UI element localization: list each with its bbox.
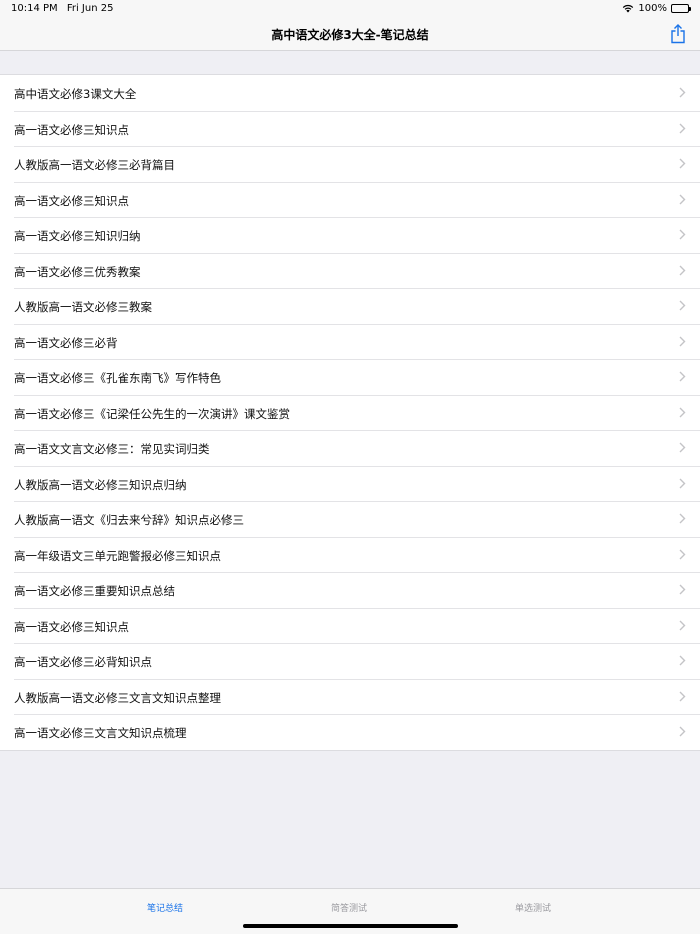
chevron-right-icon: [679, 229, 686, 240]
list-item-label: 高一语文必修三知识点: [14, 122, 129, 137]
tab-single-choice-test[interactable]: 单选测试: [483, 901, 583, 914]
chevron-right-icon: [679, 158, 686, 169]
list-item[interactable]: 人教版高一语文《归去来兮辞》知识点必修三: [0, 501, 700, 537]
list-item-label: 高一年级语文三单元跑警报必修三知识点: [14, 548, 221, 563]
list-item[interactable]: 高一语文必修三《记梁任公先生的一次演讲》课文鉴赏: [0, 394, 700, 430]
tab-bar: 笔记总结 简答测试 单选测试: [0, 888, 700, 934]
list-item[interactable]: 高一语文必修三《孔雀东南飞》写作特色: [0, 359, 700, 395]
list-item[interactable]: 高一语文必修三知识归纳: [0, 217, 700, 253]
chevron-right-icon: [679, 194, 686, 204]
list-item-label: 高中语文必修3课文大全: [14, 87, 137, 101]
tab-notes-summary[interactable]: 笔记总结: [115, 901, 215, 914]
tab-short-answer-test[interactable]: 简答测试: [299, 901, 399, 914]
home-indicator: [243, 924, 458, 928]
list-item-label: 高一语文必修三必背知识点: [14, 655, 152, 669]
list-item-label: 高一语文必修三知识点: [14, 193, 129, 208]
list-item-label: 高一语文必修三必背: [14, 335, 118, 350]
page-title: 高中语文必修3大全-笔记总结: [271, 28, 429, 42]
list-item-label: 高一语文必修三重要知识点总结: [14, 584, 175, 598]
list-item[interactable]: 人教版高一语文必修三文言文知识点整理: [0, 678, 700, 714]
battery-icon: [671, 4, 691, 13]
list-item[interactable]: 高一语文必修三重要知识点总结: [0, 572, 700, 608]
list-item-label: 高一语文必修三知识点: [14, 619, 129, 634]
chevron-right-icon: [679, 265, 686, 275]
tab-label: 单选测试: [514, 904, 551, 914]
status-bar: 10:14 PM Fri Jun 25 100%: [0, 0, 700, 18]
wifi-icon: [622, 4, 634, 13]
share-icon: [671, 24, 685, 44]
chevron-right-icon: [679, 407, 686, 417]
chevron-right-icon: [679, 478, 686, 488]
list-item-label: 高一语文必修三优秀教案: [14, 264, 141, 279]
list-item[interactable]: 高中语文必修3课文大全: [0, 75, 700, 111]
list-item[interactable]: 高一语文必修三知识点: [0, 607, 700, 643]
list-item-label: 人教版高一语文《归去来兮辞》知识点必修三: [14, 513, 244, 527]
chevron-right-icon: [679, 655, 686, 666]
tab-label: 笔记总结: [146, 904, 183, 914]
list-item-label: 高一语文必修三《孔雀东南飞》写作特色: [14, 371, 221, 385]
navigation-bar: 高中语文必修3大全-笔记总结: [0, 18, 700, 51]
list-item-label: 高一语文必修三知识归纳: [14, 229, 141, 243]
list-item[interactable]: 人教版高一语文必修三必背篇目: [0, 146, 700, 182]
chevron-right-icon: [679, 726, 686, 737]
list-item-label: 人教版高一语文必修三教案: [14, 300, 152, 314]
list-item-label: 高一语文必修三文言文知识点梳理: [14, 726, 187, 740]
status-date: Fri Jun 25: [66, 3, 114, 14]
list-item-label: 人教版高一语文必修三必背篇目: [14, 158, 175, 172]
chevron-right-icon: [679, 549, 686, 559]
list-item[interactable]: 高一语文必修三必背: [0, 323, 700, 359]
list-item-label: 高一语文文言文必修三：常见实词归类: [14, 442, 210, 456]
chevron-right-icon: [679, 620, 686, 630]
app-screen: 10:14 PM Fri Jun 25 100% 高中语文必修3大全-笔记总结: [0, 0, 700, 934]
chevron-right-icon: [679, 442, 686, 453]
list-item[interactable]: 人教版高一语文必修三教案: [0, 288, 700, 324]
share-button[interactable]: [670, 24, 686, 44]
list-item[interactable]: 高一年级语文三单元跑警报必修三知识点: [0, 536, 700, 572]
chevron-right-icon: [679, 584, 686, 595]
notes-list: 高中语文必修3课文大全 高一语文必修三知识点 人教版高一语文必修三必背篇目 高一语文必…: [0, 74, 700, 751]
battery-percent: 100%: [638, 3, 667, 14]
chevron-right-icon: [679, 513, 686, 524]
status-time: 10:14 PM: [11, 3, 58, 14]
chevron-right-icon: [679, 371, 686, 382]
tab-label: 简答测试: [330, 904, 367, 914]
list-item[interactable]: 高一语文必修三必背知识点: [0, 643, 700, 679]
status-left: 10:14 PM Fri Jun 25: [11, 3, 119, 14]
list-item[interactable]: 高一语文必修三文言文知识点梳理: [0, 714, 700, 750]
chevron-right-icon: [679, 87, 686, 98]
list-item-label: 高一语文必修三《记梁任公先生的一次演讲》课文鉴赏: [14, 406, 290, 421]
list-item[interactable]: 人教版高一语文必修三知识点归纳: [0, 465, 700, 501]
list-item-label: 人教版高一语文必修三文言文知识点整理: [14, 690, 221, 705]
list-item[interactable]: 高一语文必修三知识点: [0, 181, 700, 217]
chevron-right-icon: [679, 123, 686, 133]
list-item-label: 人教版高一语文必修三知识点归纳: [14, 477, 187, 492]
list-item[interactable]: 高一语文必修三知识点: [0, 110, 700, 146]
chevron-right-icon: [679, 300, 686, 311]
chevron-right-icon: [679, 691, 686, 701]
list-item[interactable]: 高一语文文言文必修三：常见实词归类: [0, 430, 700, 466]
chevron-right-icon: [679, 336, 686, 346]
status-right: 100%: [622, 3, 691, 14]
list-item[interactable]: 高一语文必修三优秀教案: [0, 252, 700, 288]
